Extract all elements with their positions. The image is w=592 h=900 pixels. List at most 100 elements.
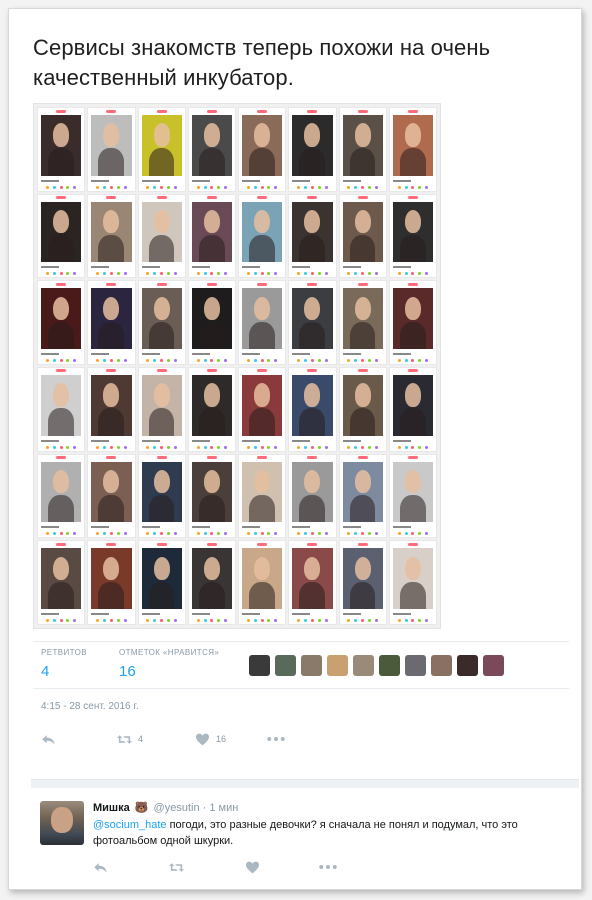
liker-avatar[interactable] xyxy=(275,655,296,676)
profile-card xyxy=(187,540,236,625)
reply-icon xyxy=(42,734,55,744)
profile-card xyxy=(187,366,236,452)
profile-card xyxy=(388,366,437,452)
profile-photo xyxy=(41,461,82,523)
liker-avatar[interactable] xyxy=(353,655,374,676)
profile-photo xyxy=(292,374,333,436)
heart-icon xyxy=(246,861,259,873)
profile-card xyxy=(87,366,136,452)
retweets-stat[interactable]: РЕТВИТОВ 4 xyxy=(41,648,87,680)
reply-mention[interactable]: @socium_hate xyxy=(93,819,167,831)
liker-avatar[interactable] xyxy=(301,655,322,676)
bear-emoji: 🐻 xyxy=(134,802,149,814)
tweet-stats: РЕТВИТОВ 4 ОТМЕТОК «НРАВИТСЯ» 16 xyxy=(33,641,569,689)
profile-card xyxy=(388,453,437,539)
profile-photo xyxy=(91,288,132,349)
profile-card xyxy=(288,280,337,365)
likes-label: ОТМЕТОК «НРАВИТСЯ» xyxy=(119,648,220,657)
liker-avatar[interactable] xyxy=(249,655,270,676)
profile-card xyxy=(37,280,86,365)
profile-photo xyxy=(392,288,433,349)
more-button[interactable] xyxy=(267,736,285,742)
profile-card xyxy=(87,193,136,279)
liker-avatar[interactable] xyxy=(483,655,504,676)
profile-card xyxy=(87,107,136,192)
profile-photo xyxy=(392,201,433,263)
profile-card xyxy=(87,453,136,539)
liker-avatar[interactable] xyxy=(457,655,478,676)
profile-card xyxy=(338,280,387,365)
profile-photo xyxy=(141,201,182,263)
liker-avatars xyxy=(249,655,504,676)
profile-card xyxy=(288,366,337,452)
like-button[interactable]: 16 xyxy=(195,733,226,746)
profile-card xyxy=(137,540,186,625)
liker-avatar[interactable] xyxy=(327,655,348,676)
tweet-photo[interactable] xyxy=(33,103,441,629)
profile-photo xyxy=(342,115,383,176)
retweet-button[interactable]: 4 xyxy=(117,733,143,746)
profile-card xyxy=(137,280,186,365)
reply-avatar[interactable] xyxy=(40,801,84,845)
profile-photo xyxy=(392,374,433,436)
reply-like-button[interactable] xyxy=(245,861,260,874)
profile-card xyxy=(288,193,337,279)
profile-photo xyxy=(242,461,283,523)
profile-card xyxy=(238,366,287,452)
profile-photo xyxy=(91,201,132,263)
reply-reply-button[interactable] xyxy=(93,861,108,874)
tweet-card: Сервисы знакомств теперь похожи на очень… xyxy=(8,8,582,890)
profile-card xyxy=(238,453,287,539)
tweet-timestamp[interactable]: 4:15 - 28 сент. 2016 г. xyxy=(41,701,139,712)
profile-photo xyxy=(292,461,333,523)
profile-photo xyxy=(191,201,232,263)
profile-photo xyxy=(392,461,433,523)
retweet-icon xyxy=(117,734,132,744)
profile-photo xyxy=(41,115,82,176)
likes-stat[interactable]: ОТМЕТОК «НРАВИТСЯ» 16 xyxy=(119,648,219,680)
profile-card xyxy=(338,193,387,279)
profile-photo xyxy=(292,548,333,609)
profile-card xyxy=(238,107,287,192)
profile-photo xyxy=(191,374,232,436)
profile-photo xyxy=(141,548,182,609)
liker-avatar[interactable] xyxy=(431,655,452,676)
tweet-actions: 4 16 xyxy=(33,729,393,749)
profile-photo xyxy=(41,548,82,609)
tweet-text: Сервисы знакомств теперь похожи на очень… xyxy=(33,35,491,90)
liker-avatar[interactable] xyxy=(379,655,400,676)
profile-photo xyxy=(242,374,283,436)
profile-card xyxy=(37,107,86,192)
profile-card xyxy=(388,193,437,279)
reply-author-handle[interactable]: @yesutin xyxy=(154,802,200,814)
profile-photo xyxy=(141,115,182,176)
profile-photo xyxy=(292,115,333,176)
profile-photo xyxy=(191,548,232,609)
profile-card xyxy=(187,453,236,539)
profile-card xyxy=(37,366,86,452)
profile-card xyxy=(338,453,387,539)
reply-header: Мишка 🐻 @yesutin · 1 мин xyxy=(93,801,238,814)
reply-divider xyxy=(31,779,579,788)
profile-photo xyxy=(342,201,383,263)
profile-photo xyxy=(242,288,283,349)
reply-time[interactable]: 1 мин xyxy=(209,802,238,814)
reply-retweet-button[interactable] xyxy=(169,861,184,874)
reply-button[interactable] xyxy=(41,733,56,746)
profile-photo xyxy=(392,115,433,176)
profile-photo xyxy=(91,115,132,176)
profile-photo xyxy=(191,288,232,349)
reply-more-button[interactable] xyxy=(319,864,337,870)
profile-photo xyxy=(91,374,132,436)
profile-card xyxy=(137,366,186,452)
more-dots-icon xyxy=(267,737,285,741)
likes-count: 16 xyxy=(119,663,136,680)
liker-avatar[interactable] xyxy=(405,655,426,676)
profile-card xyxy=(187,280,236,365)
profile-card xyxy=(238,540,287,625)
profile-photo xyxy=(41,288,82,349)
reply-author-name[interactable]: Мишка xyxy=(93,802,130,814)
profile-card xyxy=(338,540,387,625)
profile-photo xyxy=(242,201,283,263)
profile-photo xyxy=(41,201,82,263)
